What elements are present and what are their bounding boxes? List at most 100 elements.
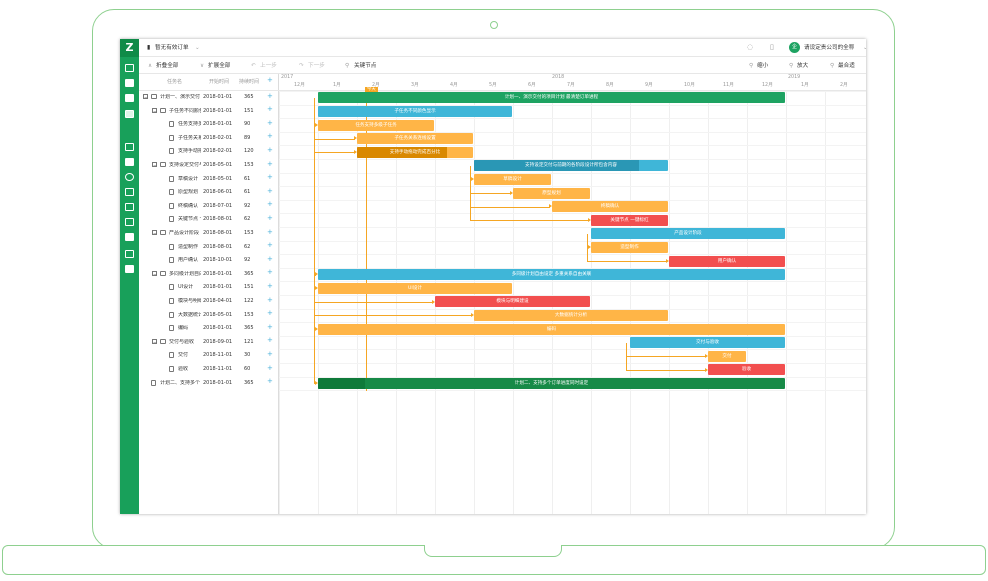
- add-subtask-icon[interactable]: +: [267, 133, 273, 140]
- add-subtask-icon[interactable]: +: [267, 282, 273, 290]
- gantt-bar[interactable]: 大数据统计分析: [474, 309, 668, 321]
- task-name[interactable]: 大数据统计分: [178, 312, 201, 319]
- task-name[interactable]: 模块与明细建: [178, 298, 201, 305]
- task-row[interactable]: − 交付与验收 2018-09-01 121 +: [139, 336, 279, 350]
- task-row[interactable]: 草稿设计 2018-05-01 61 +: [139, 173, 279, 187]
- user-menu-chevron-icon[interactable]: ⌄: [863, 44, 866, 52]
- sidebar-chart-icon[interactable]: [125, 188, 134, 196]
- task-row[interactable]: 子任务关系连2018-02-01 89 +: [139, 132, 279, 146]
- task-name[interactable]: 子任务不同颜色: [169, 108, 201, 115]
- add-subtask-icon[interactable]: +: [267, 323, 273, 331]
- add-subtask-icon[interactable]: +: [267, 174, 273, 181]
- task-row[interactable]: UI设计 2018-01-01 151 +: [139, 281, 279, 295]
- gantt-bar[interactable]: 终稿确认: [552, 201, 668, 213]
- chevron-down-icon[interactable]: ⌄: [195, 44, 200, 52]
- task-name[interactable]: UI设计: [178, 284, 193, 291]
- gantt-bar[interactable]: 子任务关系连线设置: [357, 133, 473, 145]
- gantt-bar[interactable]: 编码: [318, 323, 785, 335]
- gantt-bar[interactable]: 验收: [708, 364, 785, 376]
- add-subtask-icon[interactable]: +: [267, 242, 273, 249]
- sidebar-list-icon[interactable]: [125, 110, 134, 118]
- add-subtask-icon[interactable]: +: [267, 296, 273, 304]
- gantt-bar[interactable]: 草稿设计: [474, 173, 551, 185]
- task-name[interactable]: 产品设计阶段: [169, 230, 199, 237]
- task-row[interactable]: − 计划一、演示交付 2018-01-01 365 +: [139, 91, 279, 105]
- add-subtask-icon[interactable]: +: [267, 187, 273, 195]
- gantt-bar[interactable]: 支持设定交付与前期的各阶段设计所包含内容: [474, 160, 668, 172]
- collapse-toggle-icon[interactable]: −: [152, 270, 157, 278]
- task-row[interactable]: 验收 2018-11-01 60 +: [139, 363, 279, 377]
- gantt-bar[interactable]: 原型规划: [513, 187, 590, 199]
- add-subtask-icon[interactable]: +: [267, 255, 273, 263]
- undo-button[interactable]: 上一步: [260, 62, 277, 70]
- gantt-bar[interactable]: UI设计: [318, 282, 512, 294]
- fit-button[interactable]: 最合适: [838, 62, 855, 70]
- sidebar-truck-icon[interactable]: [125, 233, 134, 241]
- sidebar-grid-icon[interactable]: [125, 64, 134, 72]
- task-row[interactable]: 计划二、支持多个 2018-01-01 365 +: [139, 377, 279, 391]
- task-name[interactable]: 交付与验收: [169, 339, 194, 346]
- collapse-toggle-icon[interactable]: −: [152, 230, 157, 237]
- task-name[interactable]: 任务支持多级: [178, 121, 201, 128]
- gantt-bar[interactable]: 计划二、支持多个订单进度同时设定: [318, 377, 785, 389]
- task-name[interactable]: 草稿设计: [178, 176, 198, 183]
- task-name[interactable]: 造型制作: [178, 244, 198, 251]
- add-subtask-icon[interactable]: +: [267, 310, 273, 317]
- redo-button[interactable]: 下一步: [308, 62, 325, 70]
- logo-icon[interactable]: Z: [120, 39, 139, 57]
- add-subtask-icon[interactable]: +: [267, 228, 273, 236]
- task-row[interactable]: 任务支持多级2018-01-01 90 +: [139, 118, 279, 132]
- task-name[interactable]: 关键节点 一键: [178, 216, 201, 223]
- add-task-icon[interactable]: +: [267, 77, 273, 84]
- task-name[interactable]: 验收: [178, 366, 188, 373]
- task-row[interactable]: 大数据统计分2018-05-01 153 +: [139, 309, 279, 323]
- task-name[interactable]: 子任务关系连: [178, 135, 201, 142]
- task-name[interactable]: 编码: [178, 325, 188, 332]
- task-row[interactable]: 模块与明细建2018-04-01 122 +: [139, 295, 279, 309]
- task-name[interactable]: 用户确认: [178, 257, 198, 264]
- task-name[interactable]: 计划一、演示交付: [160, 94, 200, 101]
- collapse-all-button[interactable]: 折叠全部: [156, 62, 178, 70]
- file-icon[interactable]: ▯: [770, 43, 774, 51]
- gantt-bar[interactable]: 产品设计阶段: [591, 228, 785, 240]
- task-row[interactable]: 编码 2018-01-01 365 +: [139, 322, 279, 336]
- avatar[interactable]: 企: [789, 42, 800, 53]
- task-row[interactable]: − 多同级计划自由 2018-01-01 365 +: [139, 268, 279, 282]
- add-subtask-icon[interactable]: +: [267, 364, 273, 372]
- collapse-toggle-icon[interactable]: −: [152, 338, 157, 346]
- gantt-bar[interactable]: 关键节点 一键标红: [591, 214, 668, 226]
- task-row[interactable]: 关键节点 一键2018-08-01 62 +: [139, 213, 279, 227]
- gantt-bar[interactable]: 模块与明细建设: [435, 296, 590, 308]
- gantt-bar[interactable]: 任务支持多级子任务: [318, 119, 434, 131]
- collapse-toggle-icon[interactable]: −: [152, 107, 157, 115]
- gantt-bar[interactable]: 支持手动拖动完成百分比: [357, 146, 473, 158]
- task-row[interactable]: 用户确认 2018-10-01 92 +: [139, 254, 279, 268]
- sidebar-doc-icon[interactable]: [125, 94, 134, 102]
- bar-progress[interactable]: [318, 377, 365, 389]
- expand-all-button[interactable]: 扩展全部: [208, 62, 230, 70]
- task-row[interactable]: 造型制作 2018-08-01 62 +: [139, 241, 279, 255]
- sidebar-undo-icon[interactable]: [125, 203, 134, 211]
- project-selector[interactable]: 暂无有效订单: [155, 44, 189, 52]
- task-name[interactable]: 原型规划: [178, 189, 198, 196]
- sidebar-table-icon[interactable]: [125, 79, 134, 87]
- task-row[interactable]: − 子任务不同颜色 2018-01-01 151 +: [139, 105, 279, 119]
- zoom-in-button[interactable]: 放大: [797, 62, 808, 70]
- task-row[interactable]: − 支持设定交付与 2018-05-01 153 +: [139, 159, 279, 173]
- sidebar-pie-icon[interactable]: [125, 173, 134, 181]
- gantt-bar[interactable]: 多同级计划自由设定 多重关系自由关联: [318, 269, 785, 281]
- company-name[interactable]: 请设定贵公司的全称: [804, 44, 854, 52]
- add-subtask-icon[interactable]: +: [267, 337, 273, 344]
- collapse-toggle-icon[interactable]: −: [152, 162, 157, 169]
- add-subtask-icon[interactable]: +: [267, 350, 273, 358]
- zoom-out-button[interactable]: 缩小: [757, 62, 768, 70]
- task-row[interactable]: 终稿确认 2018-07-01 92 +: [139, 200, 279, 214]
- task-name[interactable]: 支持手动拖动: [178, 148, 201, 155]
- sidebar-copy-icon[interactable]: [125, 265, 134, 273]
- task-row[interactable]: − 产品设计阶段 2018-08-01 153 +: [139, 227, 279, 241]
- add-subtask-icon[interactable]: +: [267, 269, 273, 276]
- task-name[interactable]: 多同级计划自由: [169, 271, 201, 278]
- sidebar-cards-icon[interactable]: [125, 143, 134, 151]
- task-name[interactable]: 计划二、支持多个: [160, 380, 200, 387]
- sidebar-edit-icon[interactable]: [125, 218, 134, 226]
